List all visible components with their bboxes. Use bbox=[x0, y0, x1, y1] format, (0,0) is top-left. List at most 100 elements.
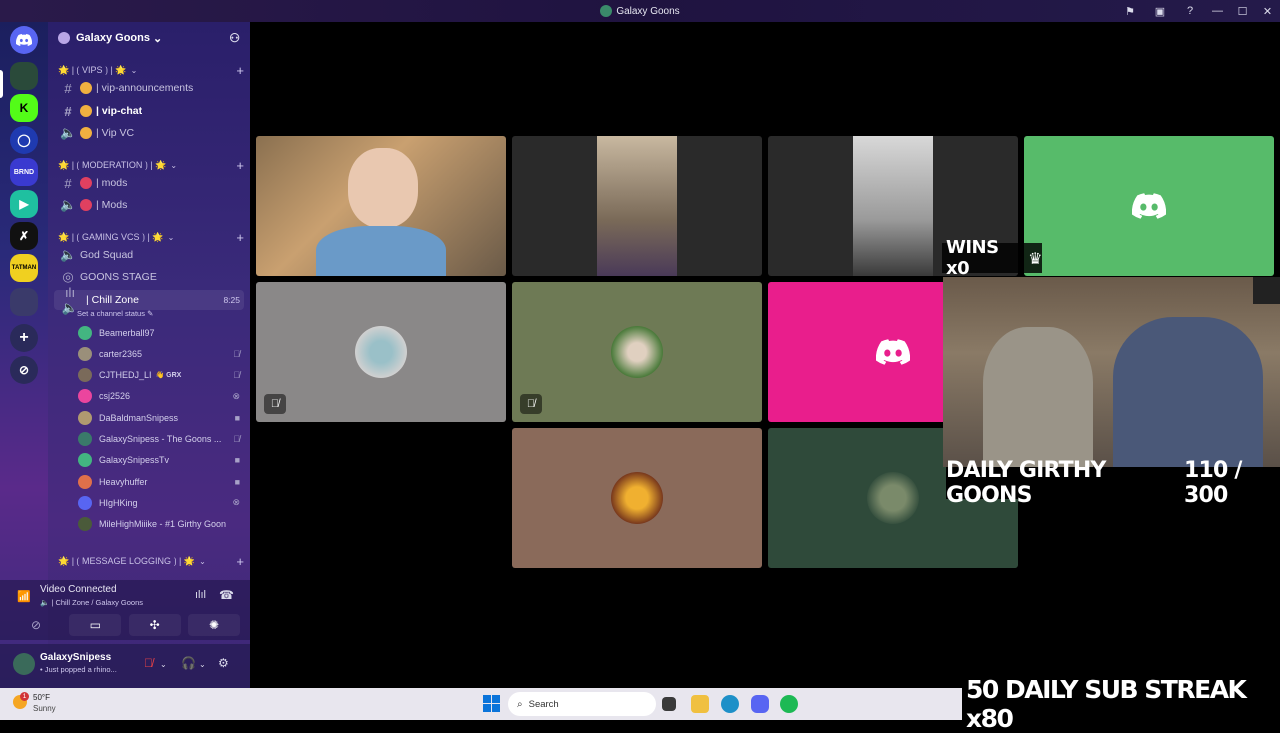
chevron-down-icon[interactable]: ⌄ bbox=[160, 660, 167, 669]
settings-gear-icon[interactable]: ⚙ bbox=[218, 656, 229, 670]
file-explorer-icon[interactable] bbox=[691, 695, 709, 713]
channel-goons-stage[interactable]: ◎ GOONS STAGE bbox=[56, 267, 242, 287]
discord-home-icon[interactable] bbox=[10, 26, 38, 54]
chevron-down-icon: ⌄ bbox=[170, 161, 178, 170]
server-galaxy-goons-icon[interactable] bbox=[10, 62, 38, 90]
category-gaming-vcs[interactable]: 🌟 | ⟮ GAMING VCS ⟯ | 🌟 ⌄ + bbox=[58, 230, 244, 245]
server-folder-icon[interactable] bbox=[10, 288, 38, 316]
help-icon[interactable]: ? bbox=[1175, 0, 1205, 22]
wins-text: WINS x0 bbox=[946, 237, 999, 279]
server-x-icon[interactable]: ✗ bbox=[10, 222, 38, 250]
voice-location[interactable]: 🔈 | Chill Zone / Galaxy Goons bbox=[40, 598, 143, 607]
server-tatman-icon[interactable]: TATMAN bbox=[10, 254, 38, 282]
user-panel bbox=[0, 644, 250, 688]
weather-temp[interactable]: 50°F bbox=[33, 693, 50, 702]
minimize-button[interactable]: — bbox=[1205, 0, 1230, 22]
voice-member[interactable]: MileHighMiiike - #1 Girthy Goon bbox=[78, 514, 240, 535]
guild-header[interactable]: Galaxy Goons ⌄ ⚇ bbox=[48, 22, 250, 54]
video-tile-1[interactable] bbox=[256, 136, 506, 276]
chevron-down-icon[interactable]: ⌄ bbox=[199, 660, 206, 669]
member-name: carter2365 bbox=[99, 348, 143, 359]
soundboard-button[interactable]: ✺ bbox=[187, 614, 240, 636]
task-view-icon[interactable] bbox=[662, 697, 676, 711]
streamer-webcam-overlay bbox=[943, 277, 1280, 467]
taskbar-search-input[interactable]: ⌕ Search bbox=[508, 692, 656, 716]
server-play-icon[interactable]: ▶ bbox=[10, 190, 38, 218]
maximize-button[interactable]: ☐ bbox=[1230, 0, 1255, 22]
voice-member[interactable]: GalaxySnipessTv ■ bbox=[78, 450, 240, 471]
wins-counter: WINS x0 ♛ bbox=[942, 237, 1042, 279]
weather-condition[interactable]: Sunny bbox=[33, 704, 56, 713]
user-name[interactable]: GalaxySnipess bbox=[40, 652, 111, 663]
activities-button[interactable]: ✣ bbox=[128, 614, 181, 636]
video-tile-6[interactable]: 🎙̸ bbox=[512, 282, 762, 422]
voice-member[interactable]: CJTHEDJ_LI 👋 GRX 🎙̸ bbox=[78, 365, 240, 386]
noise-suppression-icon[interactable]: ılıl bbox=[195, 589, 206, 601]
channel-mods-voice[interactable]: 🔈 | Mods bbox=[56, 195, 242, 215]
muted-icon: 🎙̸ bbox=[233, 348, 240, 359]
avatar bbox=[78, 346, 92, 361]
emoji-icon bbox=[80, 105, 92, 117]
invite-people-icon[interactable]: ⚇ bbox=[229, 31, 240, 45]
camera-icon: ■ bbox=[234, 476, 240, 487]
voice-member[interactable]: DaBaldmanSnipess ■ bbox=[78, 407, 240, 428]
channel-chill-zone[interactable]: ılı🔈 | Chill Zone 8:25 bbox=[54, 285, 244, 315]
edge-browser-icon[interactable] bbox=[721, 695, 739, 713]
set-channel-status[interactable]: Set a channel status ✎ bbox=[77, 309, 153, 318]
voice-member[interactable]: Beamerball97 bbox=[78, 322, 240, 343]
explore-servers-icon[interactable]: ⊘ bbox=[10, 356, 38, 384]
create-channel-icon[interactable]: + bbox=[236, 230, 244, 245]
avatar bbox=[78, 495, 92, 510]
video-tile-4[interactable] bbox=[1024, 136, 1274, 276]
headphones-icon[interactable]: 🎧 bbox=[181, 656, 196, 670]
create-channel-icon[interactable]: + bbox=[236, 158, 244, 173]
avatar bbox=[78, 517, 92, 532]
avatar bbox=[867, 472, 919, 524]
server-circle-icon[interactable]: ◯ bbox=[10, 126, 38, 154]
channel-vip-vc[interactable]: 🔈 | Vip VC bbox=[56, 123, 242, 143]
server-kick-icon[interactable]: K bbox=[10, 94, 38, 122]
close-button[interactable]: ✕ bbox=[1255, 0, 1280, 22]
flag-icon[interactable]: ⚑ bbox=[1115, 0, 1145, 22]
voice-member[interactable]: csj2526 ⊗ bbox=[78, 386, 240, 407]
channel-god-squad[interactable]: 🔈 God Squad bbox=[56, 245, 242, 265]
member-name: csj2526 bbox=[99, 391, 131, 402]
xbox-icon: ⊗ bbox=[232, 497, 240, 508]
video-tile-2[interactable] bbox=[512, 136, 762, 276]
voice-member[interactable]: GalaxySnipess - The Goons ... 🎙̸ bbox=[78, 429, 240, 450]
video-tile-8[interactable] bbox=[512, 428, 762, 568]
channel-timer: 8:25 bbox=[223, 295, 240, 305]
channel-vip-chat[interactable]: # | vip-chat bbox=[56, 101, 242, 121]
notification-badge: 1 bbox=[20, 692, 29, 701]
text-channel-icon: # bbox=[64, 175, 72, 191]
emoji-icon bbox=[80, 127, 92, 139]
camera-off-button[interactable]: ⊘ bbox=[10, 614, 62, 636]
speaker-icon: 🔈 bbox=[60, 247, 77, 262]
channel-vip-announcements[interactable]: # | vip-announcements bbox=[56, 78, 242, 98]
voice-member[interactable]: carter2365 🎙̸ bbox=[78, 343, 240, 364]
discord-taskbar-icon[interactable] bbox=[751, 695, 769, 713]
voice-status[interactable]: Video Connected bbox=[40, 584, 117, 595]
category-message-logging[interactable]: 🌟 | ⟮ MESSAGE LOGGING ⟯ | 🌟 ⌄ + bbox=[58, 554, 244, 569]
connection-signal-icon[interactable]: 📶 bbox=[17, 590, 31, 603]
member-name: DaBaldmanSnipess bbox=[99, 412, 179, 423]
add-server-icon[interactable]: + bbox=[10, 324, 38, 352]
avatar[interactable] bbox=[13, 653, 35, 675]
spotify-icon[interactable] bbox=[780, 695, 798, 713]
member-name: HIgHKing bbox=[99, 497, 138, 508]
create-channel-icon[interactable]: + bbox=[236, 554, 244, 569]
category-moderation[interactable]: 🌟 | ⟮ MODERATION ⟯ | 🌟 ⌄ + bbox=[58, 158, 244, 173]
video-tile-5[interactable]: 🎙̸ bbox=[256, 282, 506, 422]
server-brand-icon[interactable]: BRND bbox=[10, 158, 38, 186]
discord-logo-icon bbox=[876, 339, 910, 365]
voice-member[interactable]: HIgHKing ⊗ bbox=[78, 492, 240, 513]
windows-start-icon[interactable] bbox=[483, 695, 500, 712]
category-vips[interactable]: 🌟 | ⟮ VIPS ⟯ | 🌟 ⌄ + bbox=[58, 63, 244, 78]
mic-muted-icon[interactable]: 🎙̸ bbox=[144, 656, 153, 670]
inbox-icon[interactable]: ▣ bbox=[1145, 0, 1175, 22]
screen-share-button[interactable]: ▭ bbox=[69, 614, 122, 636]
voice-member[interactable]: Heavyhuffer ■ bbox=[78, 471, 240, 492]
channel-mods-text[interactable]: # | mods bbox=[56, 173, 242, 193]
disconnect-icon[interactable]: ☎ bbox=[219, 588, 234, 602]
create-channel-icon[interactable]: + bbox=[236, 63, 244, 78]
